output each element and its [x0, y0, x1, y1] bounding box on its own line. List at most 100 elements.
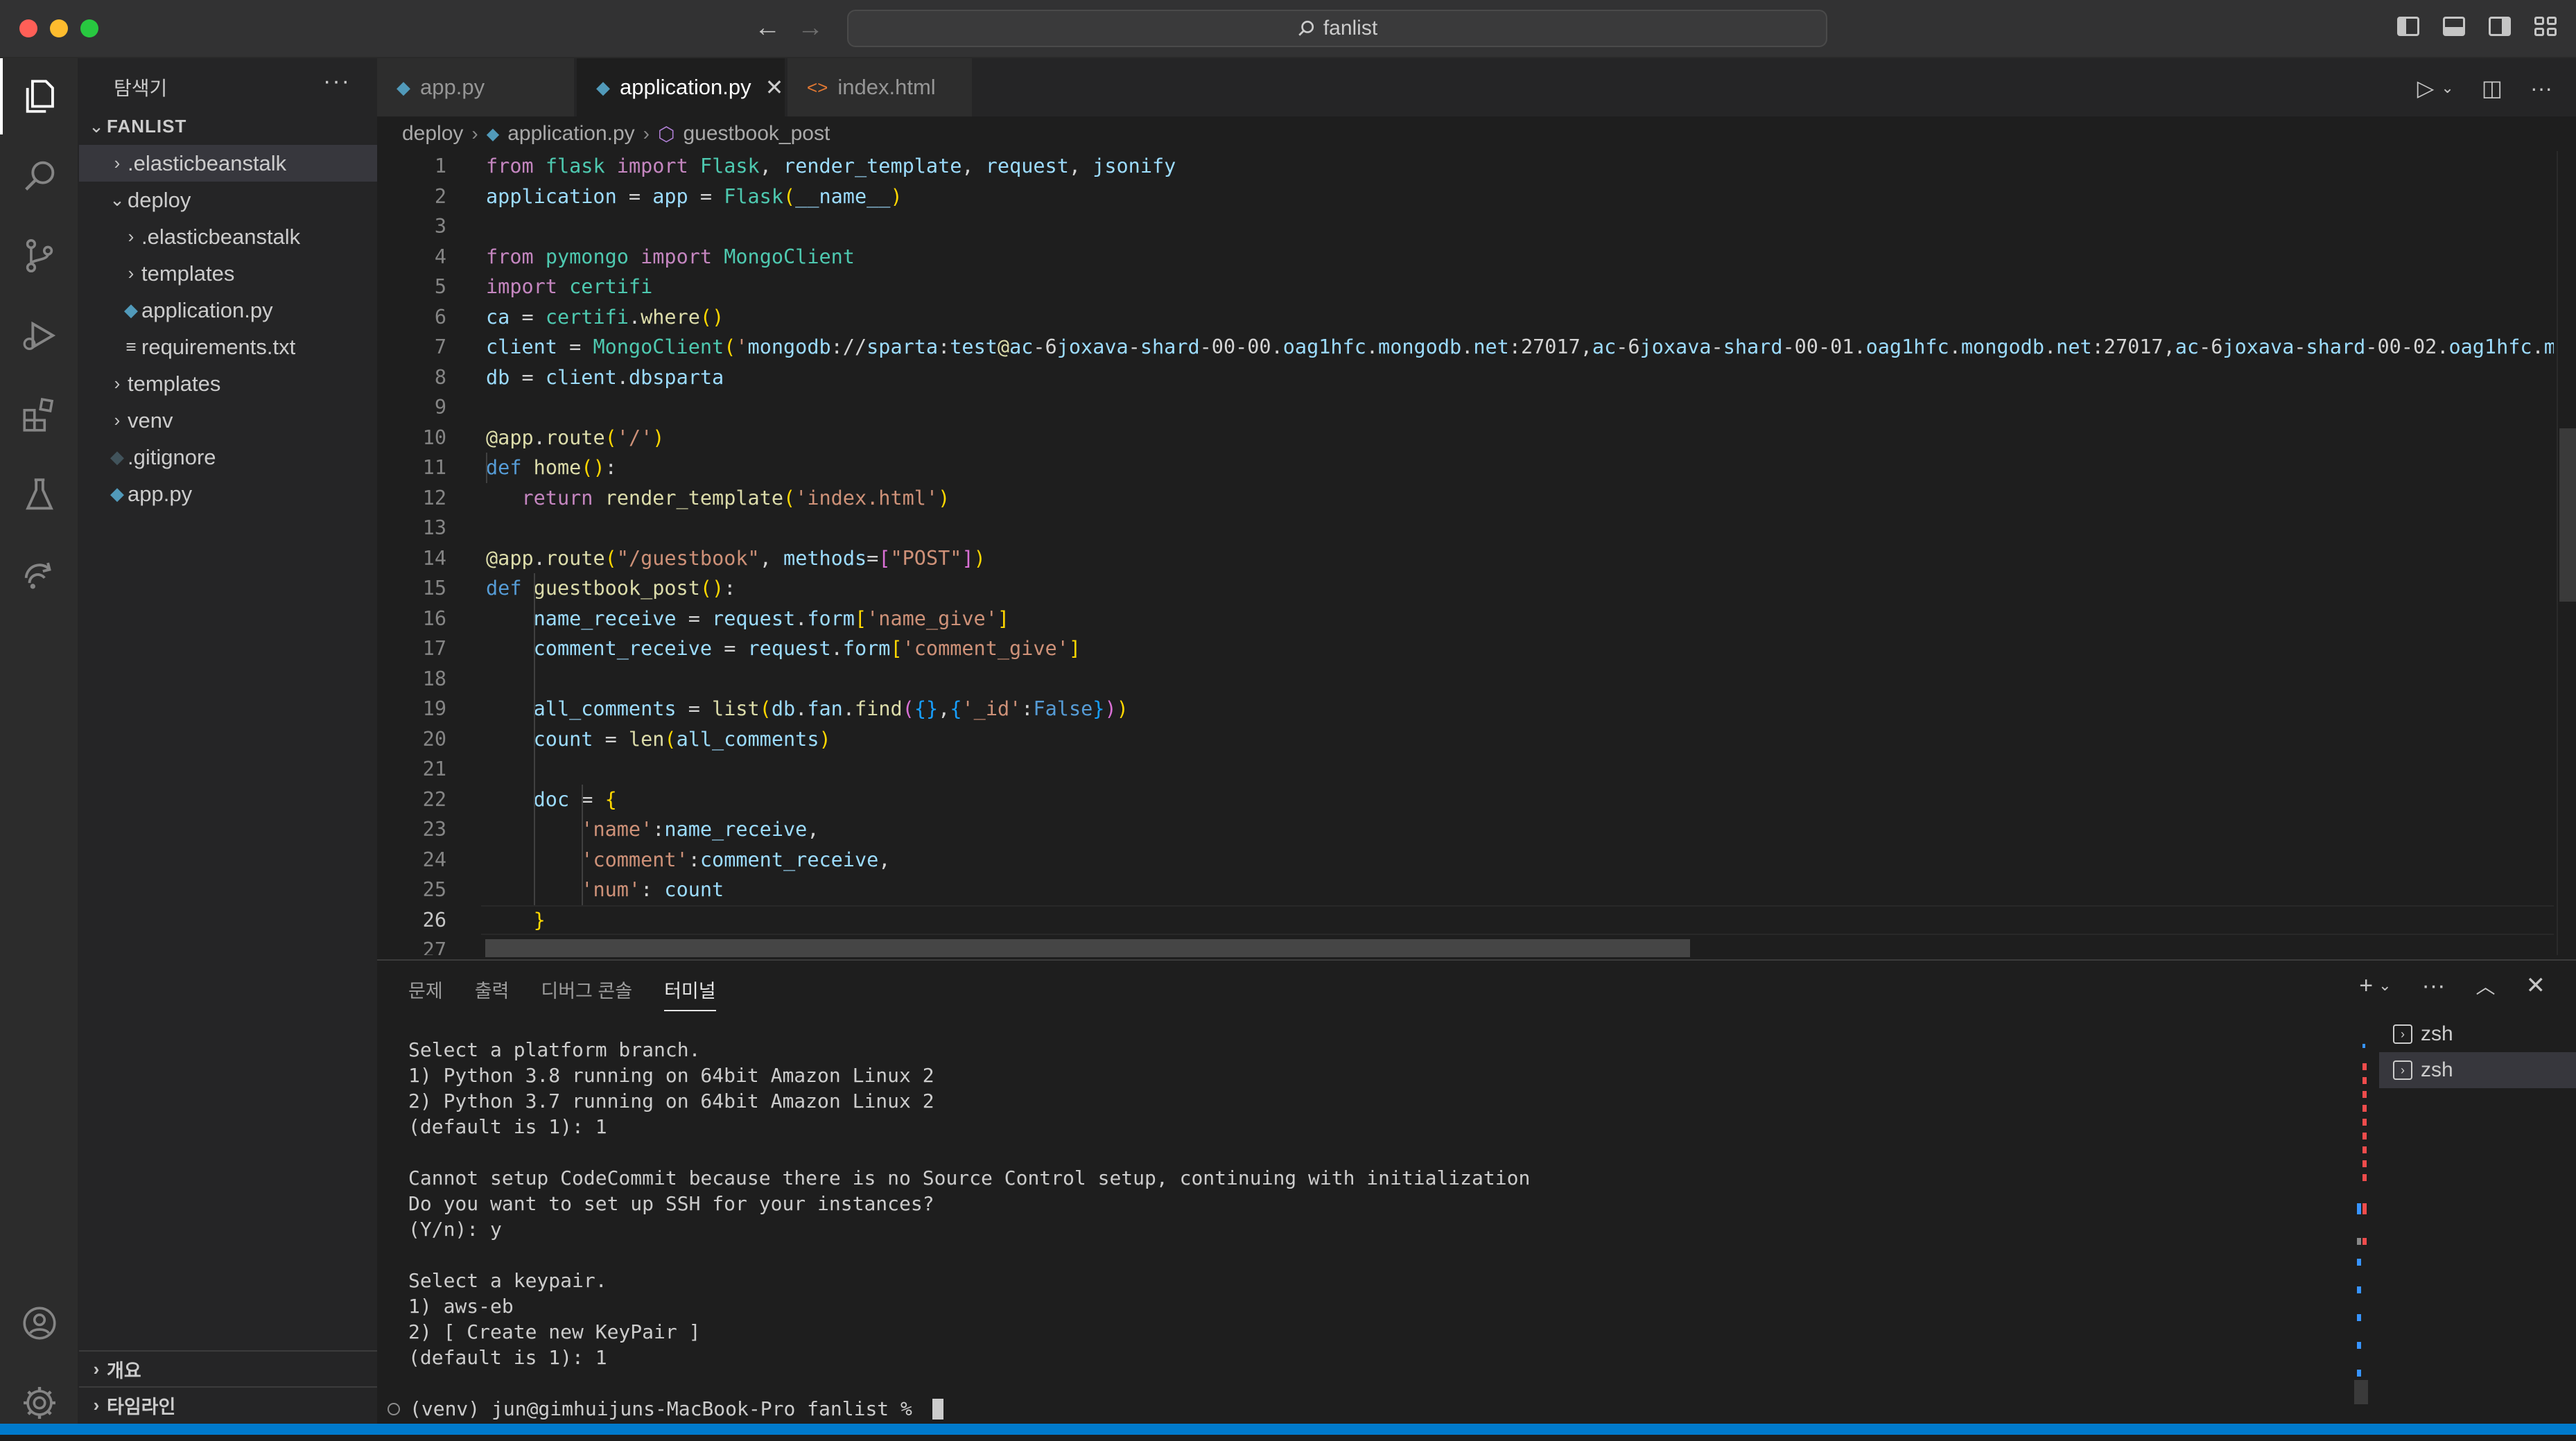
title-bar: ← → fanlist	[0, 0, 2576, 58]
chevron-down-icon[interactable]: ⌄	[2441, 79, 2453, 97]
more-actions-icon[interactable]: ···	[2422, 972, 2446, 999]
tab-app-py[interactable]: ◆ app.py	[377, 58, 575, 116]
more-actions-icon[interactable]: ···	[323, 68, 351, 95]
code-line[interactable]: 20 count = len(all_comments)	[377, 724, 2554, 754]
chevron-down-icon[interactable]: ⌄	[2378, 977, 2391, 995]
code-line[interactable]: 18	[377, 664, 2554, 694]
tree-item-app-py[interactable]: ◆ app.py	[79, 475, 377, 512]
chevron-down-icon: ⌄	[89, 116, 104, 137]
customize-layout-icon[interactable]	[2534, 17, 2557, 36]
panel-tab-output[interactable]: 출력	[475, 976, 510, 1011]
code-line[interactable]: 2 application = app = Flask(__name__)	[377, 182, 2554, 211]
python-icon: ◆	[596, 76, 610, 98]
tree-item-deploy[interactable]: ⌄ deploy	[79, 182, 377, 218]
panel-tab-problems[interactable]: 문제	[408, 976, 443, 1011]
run-file-icon[interactable]: ▷	[2417, 75, 2435, 101]
testing-flask-icon[interactable]	[0, 457, 79, 533]
chevron-right-icon: ›	[114, 410, 121, 430]
line-number: 15	[422, 577, 446, 600]
current-line-highlight	[481, 905, 2554, 935]
code-line[interactable]: 4 from pymongo import MongoClient	[377, 242, 2554, 272]
code-line[interactable]: 21	[377, 754, 2554, 784]
terminal-prompt-line[interactable]: (venv) jun@gimhuijuns-MacBook-Pro fanlis…	[388, 1397, 943, 1420]
tree-item-elasticbeanstalk[interactable]: › .elasticbeanstalk	[79, 145, 377, 182]
breadcrumb-folder[interactable]: deploy	[402, 122, 463, 146]
code-line[interactable]: 7 client = MongoClient('mongodb://sparta:…	[377, 332, 2554, 362]
close-panel-icon[interactable]: ✕	[2526, 972, 2546, 999]
terminal-item-zsh-1[interactable]: › zsh	[2379, 1016, 2576, 1052]
vertical-scrollbar[interactable]	[2557, 151, 2576, 955]
breadcrumb-symbol[interactable]: guestbook_post	[683, 122, 830, 146]
code-line[interactable]: 5 import certifi	[377, 272, 2554, 302]
toggle-panel-icon[interactable]	[2443, 17, 2465, 36]
code-line[interactable]: 10 @app.route('/')	[377, 423, 2554, 453]
timeline-section[interactable]: › 타임라인	[79, 1386, 377, 1422]
more-actions-icon[interactable]: ···	[2530, 76, 2552, 101]
close-window-button[interactable]	[19, 19, 37, 37]
code-line[interactable]: 16 name_receive = request.form['name_giv…	[377, 604, 2554, 634]
search-icon[interactable]	[0, 138, 79, 214]
tree-item-templates[interactable]: › templates	[79, 365, 377, 402]
breadcrumb-file[interactable]: application.py	[507, 122, 634, 146]
minimize-window-button[interactable]	[50, 19, 68, 37]
panel-tab-terminal[interactable]: 터미널	[664, 976, 716, 1011]
tree-item-deploy-elasticbeanstalk[interactable]: › .elasticbeanstalk	[79, 218, 377, 255]
code-line[interactable]: 13	[377, 513, 2554, 543]
tab-application-py[interactable]: ◆ application.py ✕	[577, 58, 786, 116]
run-debug-icon[interactable]	[0, 297, 79, 374]
split-editor-icon[interactable]: ◫	[2482, 75, 2503, 101]
accounts-icon[interactable]	[0, 1285, 79, 1361]
code-line[interactable]: 23 'name':name_receive,	[377, 814, 2554, 844]
back-arrow-icon[interactable]: ←	[754, 12, 781, 43]
tree-root-fanlist[interactable]: ⌄ FANLIST	[79, 108, 377, 145]
code-line[interactable]: 25 'num': count	[377, 875, 2554, 905]
code-line[interactable]: 3	[377, 211, 2554, 241]
toggle-primary-sidebar-icon[interactable]	[2397, 17, 2419, 36]
explorer-icon[interactable]	[0, 58, 79, 134]
close-tab-icon[interactable]: ✕	[765, 74, 784, 101]
remote-explorer-icon[interactable]	[0, 536, 79, 613]
horizontal-scrollbar[interactable]	[485, 939, 1690, 957]
tree-item-deploy-templates[interactable]: › templates	[79, 255, 377, 292]
command-center-search[interactable]: fanlist	[847, 10, 1827, 47]
tab-index-html[interactable]: <> index.html	[787, 58, 973, 116]
code-line[interactable]: 19 all_comments = list(db.fan.find({},{'…	[377, 694, 2554, 724]
terminal-list: › zsh › zsh	[2379, 1016, 2576, 1088]
new-terminal-icon[interactable]: +	[2359, 972, 2373, 999]
code-line[interactable]: 24 'comment':comment_receive,	[377, 845, 2554, 875]
extensions-icon[interactable]	[0, 377, 79, 453]
line-number: 19	[422, 697, 446, 720]
code-line[interactable]: 6 ca = certifi.where()	[377, 302, 2554, 332]
toggle-secondary-sidebar-icon[interactable]	[2489, 17, 2511, 36]
code-text: def home():	[486, 456, 617, 479]
code-line[interactable]: 14 @app.route("/guestbook", methods=["POS…	[377, 543, 2554, 573]
code-editor[interactable]: 1 from flask import Flask, render_templat…	[377, 151, 2554, 955]
tree-item-application-py[interactable]: ◆ application.py	[79, 292, 377, 329]
terminal-item-zsh-2[interactable]: › zsh	[2379, 1052, 2576, 1088]
chevron-right-icon: ›	[471, 123, 478, 144]
code-line[interactable]: 9	[377, 392, 2554, 422]
line-number: 14	[422, 546, 446, 570]
outline-section[interactable]: › 개요	[79, 1350, 377, 1386]
terminal-output[interactable]: Select a platform branch. 1) Python 3.8 …	[408, 1037, 1530, 1370]
code-line[interactable]: 15 def guestbook_post():	[377, 573, 2554, 603]
code-line[interactable]: 11 def home():	[377, 453, 2554, 482]
code-line[interactable]: 17 comment_receive = request.form['comme…	[377, 634, 2554, 663]
tree-item-gitignore[interactable]: ◆ .gitignore	[79, 439, 377, 475]
code-line[interactable]: 26 }	[377, 905, 2554, 935]
code-line[interactable]: 1 from flask import Flask, render_templat…	[377, 151, 2554, 181]
code-line[interactable]: 8 db = client.dbsparta	[377, 363, 2554, 392]
forward-arrow-icon[interactable]: →	[797, 12, 824, 43]
code-line[interactable]: 12 return render_template('index.html')	[377, 483, 2554, 513]
panel-tab-debug-console[interactable]: 디버그 콘솔	[541, 976, 632, 1011]
line-number: 7	[434, 335, 446, 358]
tree-item-venv[interactable]: › venv	[79, 402, 377, 439]
source-control-icon[interactable]	[0, 218, 79, 294]
code-text: @app.route('/')	[486, 426, 665, 449]
line-number: 21	[422, 758, 446, 780]
tree-item-requirements-txt[interactable]: ≡ requirements.txt	[79, 329, 377, 365]
code-text: name_receive = request.form['name_give']	[533, 606, 1010, 630]
maximize-window-button[interactable]	[80, 19, 98, 37]
maximize-panel-icon[interactable]: ︿	[2475, 972, 2495, 999]
code-line[interactable]: 22 doc = {	[377, 785, 2554, 814]
